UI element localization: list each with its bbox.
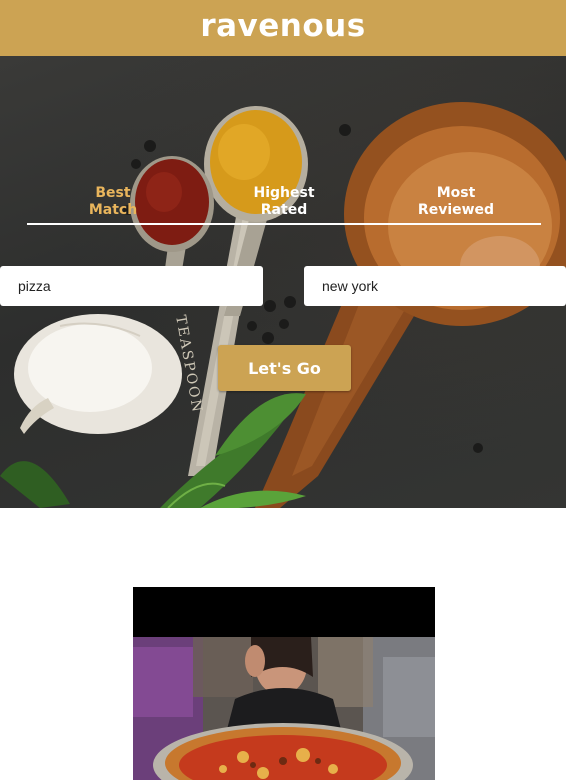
business-image xyxy=(133,637,435,780)
brand-logo: ravenous xyxy=(200,7,366,44)
sort-options-divider xyxy=(27,223,541,225)
sort-options: Best Match Highest Rated Most Reviewed xyxy=(27,128,541,218)
search-term-input[interactable] xyxy=(0,266,263,306)
tab-highest-rated[interactable]: Highest Rated xyxy=(224,185,344,219)
location-input[interactable] xyxy=(304,266,566,306)
lets-go-button[interactable]: Let's Go xyxy=(218,345,351,391)
page: ravenous TEASPOON Best Match Highest Rat… xyxy=(0,0,566,780)
tab-most-reviewed[interactable]: Most Reviewed xyxy=(396,185,516,219)
tab-best-match[interactable]: Best Match xyxy=(53,185,173,219)
business-image-letterbox xyxy=(133,587,435,637)
business-card[interactable] xyxy=(133,587,435,780)
app-header: ravenous xyxy=(0,0,566,56)
